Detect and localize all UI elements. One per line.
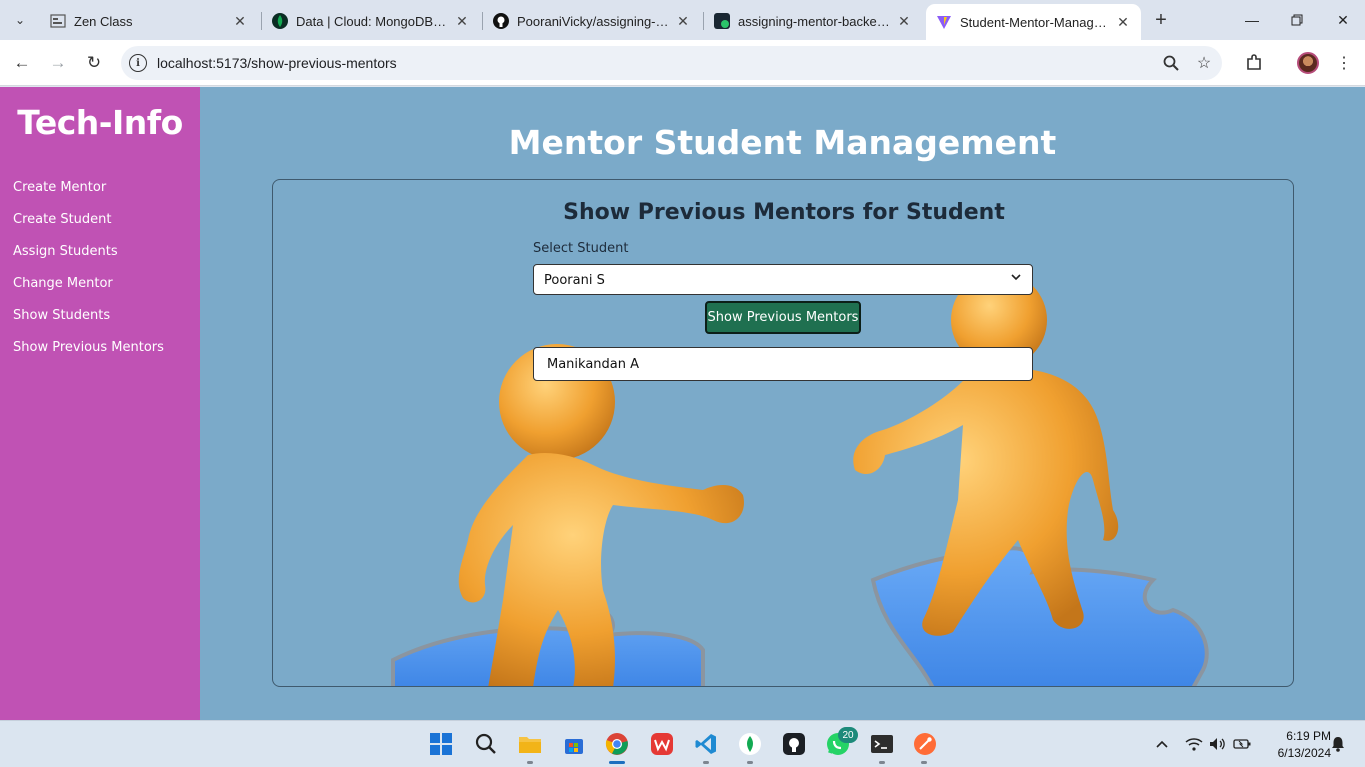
wifi-icon[interactable] — [1184, 734, 1204, 754]
tab-github-repo[interactable]: PooraniVicky/assigning-mentor ✕ — [483, 6, 701, 36]
notification-bell-icon[interactable] — [1328, 734, 1348, 754]
back-arrow-icon[interactable]: ← — [10, 51, 34, 75]
chevron-down-icon — [1010, 271, 1022, 286]
tab-title: PooraniVicky/assigning-mentor — [517, 13, 669, 29]
browser-tab-bar: ⌄ Zen Class ✕ Data | Cloud: MongoDB Clou… — [0, 0, 1365, 40]
terminal-icon[interactable] — [868, 730, 896, 758]
tab-close-icon[interactable]: ✕ — [232, 13, 248, 29]
close-window-icon[interactable]: ✕ — [1333, 10, 1353, 30]
sidebar-item-show-students[interactable]: Show Students — [13, 308, 110, 323]
tray-chevron-up-icon[interactable] — [1152, 734, 1172, 754]
brand-title: Tech-Info — [17, 103, 183, 142]
minimize-icon[interactable]: — — [1242, 10, 1262, 30]
student-select-value: Poorani S — [544, 273, 605, 288]
bookmark-star-icon[interactable]: ☆ — [1194, 53, 1214, 73]
extensions-icon[interactable] — [1242, 51, 1266, 75]
tab-title: Data | Cloud: MongoDB Cloud — [296, 13, 448, 29]
clock-time[interactable]: 6:19 PM — [1271, 729, 1331, 743]
tab-close-icon[interactable]: ✕ — [675, 13, 691, 29]
more-menu-icon[interactable]: ⋮ — [1332, 51, 1356, 75]
tab-student-mentor-management[interactable]: Student-Mentor-Management ✕ — [926, 4, 1141, 40]
postman-icon[interactable] — [911, 730, 939, 758]
sidebar-item-change-mentor[interactable]: Change Mentor — [13, 276, 113, 291]
reload-icon[interactable]: ↻ — [82, 51, 106, 75]
clock-date[interactable]: 6/13/2024 — [1258, 746, 1331, 760]
chrome-icon[interactable] — [603, 730, 631, 758]
zen-class-favicon — [50, 13, 66, 29]
previous-mentors-card: Show Previous Mentors for Student Select… — [272, 179, 1294, 687]
tab-title: Zen Class — [74, 13, 133, 29]
tab-close-icon[interactable]: ✕ — [896, 13, 912, 29]
site-info-icon[interactable]: i — [129, 54, 147, 72]
mongodb-leaf-icon — [272, 13, 288, 29]
search-icon[interactable] — [472, 730, 500, 758]
sidebar-item-create-mentor[interactable]: Create Mentor — [13, 180, 106, 195]
tab-close-icon[interactable]: ✕ — [454, 13, 470, 29]
tab-mongodb-cloud[interactable]: Data | Cloud: MongoDB Cloud ✕ — [262, 6, 480, 36]
address-url[interactable]: localhost:5173/show-previous-mentors — [157, 55, 397, 71]
github-desktop-icon[interactable] — [780, 730, 808, 758]
mentor-figures-illustration — [391, 272, 1209, 686]
render-icon — [714, 13, 730, 29]
previous-mentor-name: Manikandan A — [547, 357, 640, 372]
whatsapp-badge: 20 — [838, 727, 858, 743]
wps-office-icon[interactable] — [648, 730, 676, 758]
sidebar-item-assign-students[interactable]: Assign Students — [13, 244, 118, 259]
vite-icon — [936, 14, 952, 30]
active-app-indicator — [609, 761, 625, 764]
tab-search-chevron-icon[interactable]: ⌄ — [8, 8, 32, 32]
address-bar[interactable]: i localhost:5173/show-previous-mentors ☆ — [121, 46, 1222, 80]
vscode-icon[interactable] — [692, 730, 720, 758]
running-indicator — [527, 761, 533, 764]
sidebar: Tech-Info Create Mentor Create Student A… — [0, 87, 200, 720]
profile-avatar[interactable] — [1297, 52, 1319, 74]
volume-icon[interactable] — [1208, 734, 1228, 754]
student-select[interactable]: Poorani S — [533, 264, 1033, 295]
new-tab-icon[interactable]: + — [1150, 9, 1172, 31]
page-title: Mentor Student Management — [508, 123, 1057, 162]
battery-icon[interactable] — [1232, 734, 1252, 754]
tab-close-icon[interactable]: ✕ — [1115, 14, 1131, 30]
tab-title: Student-Mentor-Management — [960, 14, 1109, 30]
running-indicator — [747, 761, 753, 764]
show-previous-mentors-button[interactable]: Show Previous Mentors — [705, 301, 861, 334]
tab-render-backend[interactable]: assigning-mentor-backend ✕ — [704, 6, 922, 36]
mongodb-compass-icon[interactable] — [736, 730, 764, 758]
file-explorer-icon[interactable] — [516, 730, 544, 758]
sidebar-item-show-previous-mentors[interactable]: Show Previous Mentors — [13, 340, 164, 355]
sidebar-item-create-student[interactable]: Create Student — [13, 212, 112, 227]
windows-taskbar: 20 6:19 PM 6/13/2024 — [0, 720, 1365, 767]
card-heading: Show Previous Mentors for Student — [563, 200, 1005, 225]
running-indicator — [703, 761, 709, 764]
restore-icon[interactable] — [1287, 10, 1307, 30]
app-viewport: Tech-Info Create Mentor Create Student A… — [0, 87, 1365, 720]
zoom-icon[interactable] — [1161, 53, 1181, 73]
tab-zen-class[interactable]: Zen Class ✕ — [40, 6, 258, 36]
github-icon — [493, 13, 509, 29]
microsoft-store-icon[interactable] — [560, 730, 588, 758]
windows-start-icon[interactable] — [427, 730, 455, 758]
tab-title: assigning-mentor-backend — [738, 13, 890, 29]
forward-arrow-icon[interactable]: → — [46, 51, 70, 75]
running-indicator — [921, 761, 927, 764]
browser-toolbar: ← → ↻ i localhost:5173/show-previous-men… — [0, 40, 1365, 86]
previous-mentor-result: Manikandan A — [533, 347, 1033, 381]
select-student-label: Select Student — [533, 241, 629, 256]
running-indicator — [879, 761, 885, 764]
